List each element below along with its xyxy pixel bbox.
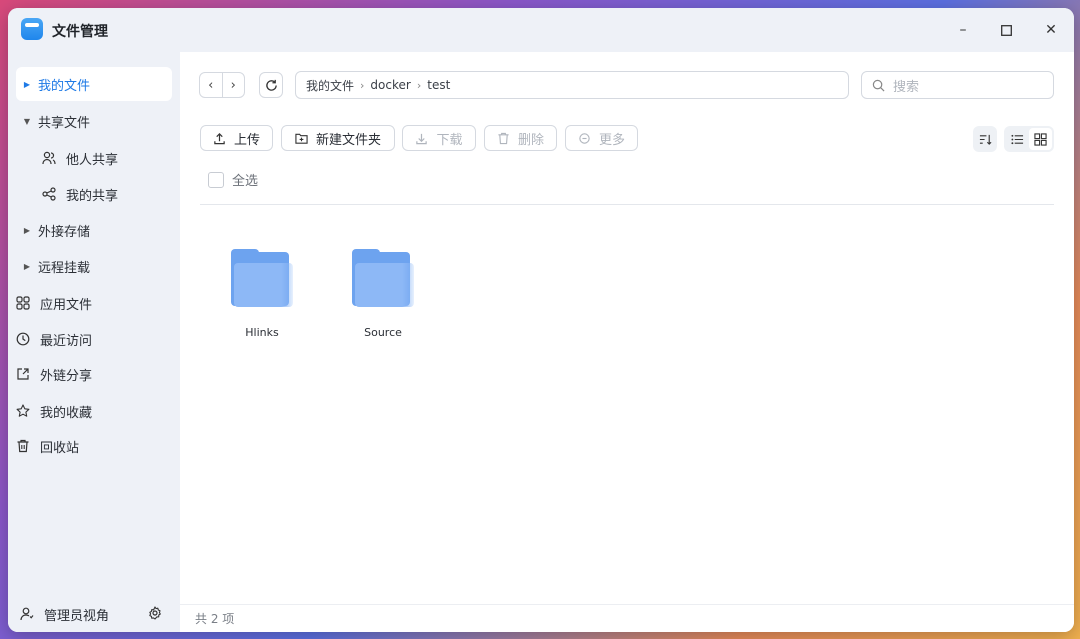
- refresh-button[interactable]: [259, 72, 283, 98]
- more-icon: [578, 132, 591, 145]
- view-mode-toggle: [1004, 126, 1054, 152]
- sidebar-item-app-files[interactable]: 应用文件: [12, 286, 168, 320]
- window-title: 文件管理: [52, 24, 108, 40]
- admin-user-icon: [16, 607, 38, 621]
- caret-right-icon: ▶: [23, 261, 31, 271]
- upload-icon: [213, 132, 226, 145]
- sidebar-item-label: 我的文件: [38, 78, 91, 94]
- sidebar-item-shared-files[interactable]: ▼ 共享文件: [16, 104, 172, 138]
- sidebar-item-label: 共享文件: [38, 115, 91, 131]
- caret-right-icon: ▶: [23, 225, 31, 235]
- breadcrumb-separator-icon: ›: [416, 78, 422, 92]
- breadcrumb-item[interactable]: docker: [370, 78, 410, 92]
- sidebar-item-my-shares[interactable]: 我的共享: [38, 177, 172, 211]
- select-all-checkbox[interactable]: [208, 171, 224, 188]
- divider: [200, 204, 1054, 205]
- external-link-icon: [12, 367, 34, 381]
- item-count: 共 2 项: [195, 612, 235, 626]
- sidebar-item-favorites[interactable]: 我的收藏: [12, 394, 168, 428]
- download-icon: [415, 132, 428, 145]
- delete-button[interactable]: 删除: [484, 125, 557, 151]
- caret-down-icon: ▼: [23, 116, 31, 126]
- grid-view-button[interactable]: [1029, 128, 1052, 150]
- upload-button[interactable]: 上传: [200, 125, 273, 151]
- breadcrumb-separator-icon: ›: [360, 78, 365, 92]
- breadcrumb-item[interactable]: 我的文件: [306, 77, 354, 94]
- upload-label: 上传: [233, 132, 260, 148]
- star-icon: [12, 404, 34, 418]
- search-input[interactable]: 搜索: [861, 71, 1054, 99]
- sidebar-item-trash[interactable]: 回收站: [12, 429, 168, 463]
- search-placeholder: 搜索: [893, 79, 920, 95]
- breadcrumb-item[interactable]: test: [427, 78, 450, 92]
- users-icon: [38, 151, 60, 165]
- sort-button[interactable]: [973, 126, 997, 152]
- folder-item[interactable]: Source: [338, 249, 428, 339]
- title-bar: 文件管理 – ✕: [8, 8, 1074, 52]
- more-label: 更多: [598, 132, 625, 148]
- sidebar: ▶ 我的文件 ▼ 共享文件 他人共享 我的共享 ▶ 外接存储 ▶ 远程挂载 应用…: [8, 52, 180, 632]
- sidebar-item-label: 最近访问: [40, 333, 93, 349]
- folder-name: Source: [364, 326, 402, 339]
- list-view-icon: [1011, 134, 1024, 144]
- search-icon: [872, 79, 885, 91]
- download-button[interactable]: 下载: [402, 125, 476, 151]
- status-bar: 共 2 项: [180, 604, 1074, 632]
- refresh-icon: [265, 79, 277, 91]
- new-folder-button[interactable]: 新建文件夹: [281, 125, 395, 151]
- breadcrumb: 我的文件 › docker › test: [295, 71, 849, 99]
- apps-icon: [12, 296, 34, 310]
- new-folder-label: 新建文件夹: [315, 132, 381, 148]
- folder-item[interactable]: Hlinks: [217, 249, 307, 339]
- sidebar-item-label: 外接存储: [38, 224, 91, 240]
- sidebar-item-remote-mount[interactable]: ▶ 远程挂载: [16, 249, 172, 283]
- more-button[interactable]: 更多: [565, 125, 638, 151]
- folder-name: Hlinks: [245, 326, 279, 339]
- close-button[interactable]: ✕: [1036, 18, 1066, 42]
- clock-icon: [12, 332, 34, 346]
- grid-view-icon: [1034, 132, 1047, 146]
- sidebar-item-label: 远程挂载: [38, 260, 91, 276]
- maximize-button[interactable]: [991, 18, 1021, 42]
- forward-button[interactable]: ›: [223, 73, 245, 97]
- share-icon: [38, 187, 60, 201]
- maximize-icon: [1000, 24, 1012, 36]
- folder-icon: [231, 249, 293, 308]
- caret-right-icon: ▶: [23, 79, 31, 89]
- sidebar-item-label: 我的共享: [66, 188, 119, 204]
- sidebar-item-label: 应用文件: [40, 297, 93, 313]
- sidebar-item-external-storage[interactable]: ▶ 外接存储: [16, 213, 172, 247]
- file-manager-app-icon: [21, 18, 43, 40]
- minimize-button[interactable]: –: [948, 18, 978, 42]
- sidebar-item-label: 外链分享: [40, 368, 93, 384]
- download-label: 下载: [436, 132, 463, 148]
- history-nav: ‹ ›: [199, 72, 245, 98]
- sidebar-item-label: 他人共享: [66, 152, 119, 168]
- sidebar-item-shared-with-me[interactable]: 他人共享: [38, 141, 172, 175]
- main-content: ‹ › 我的文件 › docker › test 搜索 上传 新建文件夹 下载: [180, 52, 1074, 632]
- sidebar-item-my-files[interactable]: ▶ 我的文件: [16, 67, 172, 101]
- sort-icon: [979, 134, 991, 145]
- trash-icon: [497, 132, 510, 145]
- select-all[interactable]: 全选: [208, 170, 258, 189]
- admin-view-label: 管理员视角: [44, 608, 110, 624]
- select-all-label: 全选: [232, 174, 259, 189]
- sidebar-item-external-links[interactable]: 外链分享: [12, 357, 168, 391]
- list-view-button[interactable]: [1006, 128, 1029, 150]
- trash-icon: [12, 439, 34, 453]
- back-button[interactable]: ‹: [200, 73, 223, 97]
- new-folder-icon: [295, 132, 308, 145]
- sidebar-item-label: 我的收藏: [40, 405, 93, 421]
- file-manager-window: 文件管理 – ✕ ▶ 我的文件 ▼ 共享文件 他人共享 我的共享 ▶ 外接存储 …: [8, 8, 1074, 632]
- settings-gear-icon[interactable]: [148, 606, 162, 620]
- folder-icon: [352, 249, 414, 308]
- delete-label: 删除: [517, 132, 544, 148]
- sidebar-item-label: 回收站: [40, 440, 80, 456]
- sidebar-item-recent[interactable]: 最近访问: [12, 322, 168, 356]
